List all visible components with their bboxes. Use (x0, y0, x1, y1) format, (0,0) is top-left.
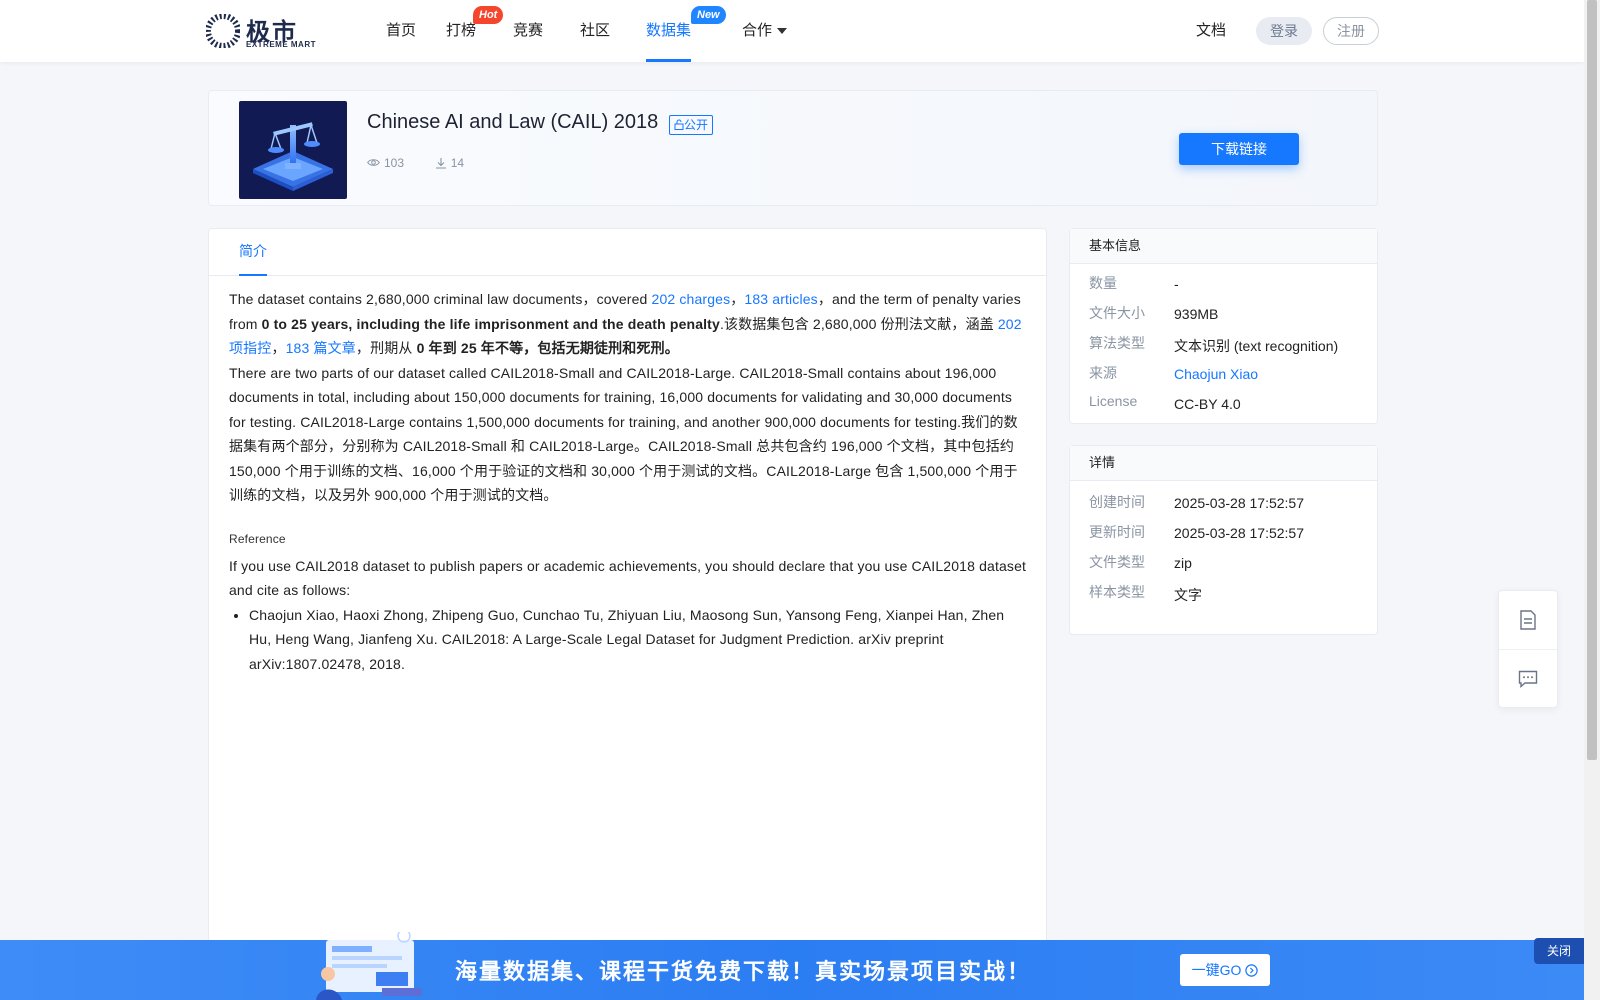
articles-link[interactable]: 183 articles (744, 291, 817, 307)
info-key: 文件大小 (1089, 305, 1145, 321)
document-icon (1520, 610, 1536, 630)
details-card: 详情 创建时间 2025-03-28 17:52:57 更新时间 2025-03… (1069, 445, 1378, 635)
info-key: 数量 (1089, 275, 1117, 291)
download-count: 14 (450, 155, 465, 170)
top-navbar: 极市 EXTREME MART 首页 打榜 Hot 竞赛 社区 数据集 New … (0, 0, 1584, 62)
info-row-license: License CC-BY 4.0 (1070, 391, 1377, 421)
download-icon (435, 157, 446, 169)
promo-banner: 海量数据集、课程干货免费下载！真实场景项目实战！ 一键GO 关闭 (0, 932, 1584, 1000)
feedback-button[interactable] (1499, 649, 1557, 708)
description-paragraph: The dataset contains 2,680,000 criminal … (229, 287, 1029, 361)
banner-text: 海量数据集、课程干货免费下载！真实场景项目实战！ (455, 960, 1032, 985)
tab-intro[interactable]: 简介 (239, 229, 267, 276)
info-value: 2025-03-28 17:52:57 (1174, 525, 1304, 541)
info-row-source: 来源 Chaojun Xiao (1070, 361, 1377, 391)
hot-badge: Hot (473, 6, 504, 24)
articles-link-cn[interactable]: 183 篇文章 (286, 340, 356, 356)
view-count: 103 (384, 155, 405, 170)
docs-link[interactable]: 文档 (1196, 0, 1226, 62)
lock-open-icon (674, 119, 684, 130)
info-value: CC-BY 4.0 (1174, 396, 1241, 412)
banner-go-label: 一键GO (1191, 962, 1242, 978)
source-link[interactable]: Chaojun Xiao (1174, 366, 1258, 382)
scales-of-justice-icon (253, 122, 333, 191)
dataset-header-card: Chinese AI and Law (CAIL) 2018 公开 103 14… (208, 90, 1378, 206)
nav-item-label: 合作 (742, 22, 773, 39)
bold-text: 0 年到 25 年不等，包括无期徒刑和死刑。 (416, 340, 679, 356)
info-row-sample-type: 样本类型 文字 (1070, 580, 1377, 610)
info-key: 来源 (1089, 365, 1117, 381)
text-segment: ， (271, 340, 286, 356)
nav-item-datasets[interactable]: 数据集 (646, 0, 692, 62)
info-key: 算法类型 (1089, 335, 1145, 351)
eye-icon (367, 159, 380, 167)
login-button[interactable]: 登录 (1256, 17, 1312, 45)
info-row-file-type: 文件类型 zip (1070, 550, 1377, 580)
bold-text: 0 to 25 years, including the life impris… (261, 315, 720, 332)
public-badge-label: 公开 (684, 118, 709, 132)
info-key: 样本类型 (1089, 584, 1145, 600)
info-value: - (1174, 276, 1179, 292)
text-segment: ， (730, 291, 745, 307)
info-key: 更新时间 (1089, 524, 1145, 540)
info-value: 2025-03-28 17:52:57 (1174, 495, 1304, 511)
basic-info-title: 基本信息 (1070, 229, 1377, 264)
nav-item-home[interactable]: 首页 (386, 0, 416, 62)
document-button[interactable] (1499, 591, 1557, 649)
public-badge: 公开 (669, 115, 714, 135)
chat-icon (1518, 670, 1538, 688)
text-segment: ，刑期从 (355, 340, 417, 356)
logo-subtext: EXTREME MART (246, 40, 316, 49)
info-row-algorithm: 算法类型 文本识别 (text recognition) (1070, 331, 1377, 361)
nav-item-community[interactable]: 社区 (580, 0, 610, 62)
nav-item-leaderboard[interactable]: 打榜 (446, 0, 476, 62)
content-tabs: 简介 (209, 229, 1046, 276)
logo-mark-icon (206, 14, 240, 48)
info-value: 文字 (1174, 587, 1202, 603)
nav-item-label: 打榜 (446, 22, 477, 39)
register-button[interactable]: 注册 (1323, 17, 1379, 45)
arrow-right-circle-icon (1245, 964, 1259, 977)
text-segment: .该数据集包含 2,680,000 份刑法文献，涵盖 (719, 315, 998, 332)
charges-link[interactable]: 202 charges (652, 291, 731, 307)
download-link-button[interactable]: 下载链接 (1179, 133, 1299, 165)
nav-item-cooperation[interactable]: 合作 (742, 0, 788, 62)
info-row-updated: 更新时间 2025-03-28 17:52:57 (1070, 520, 1377, 550)
info-key: 创建时间 (1089, 494, 1145, 510)
page-scrollbar[interactable] (1584, 0, 1600, 1000)
caret-down-icon (777, 28, 788, 35)
info-value: zip (1174, 555, 1192, 571)
reference-heading: Reference (229, 531, 286, 546)
info-key: 文件类型 (1089, 554, 1145, 570)
banner-illustration-icon (316, 932, 422, 1000)
info-value: 939MB (1174, 306, 1219, 322)
description-paragraph-2: There are two parts of our dataset calle… (229, 364, 1018, 504)
banner-close-button[interactable]: 关闭 (1534, 938, 1584, 964)
new-badge: New (691, 6, 726, 24)
dataset-title: Chinese AI and Law (CAIL) 2018 (367, 111, 659, 133)
scrollbar-thumb[interactable] (1587, 0, 1597, 760)
citation-list: Chaojun Xiao, Haoxi Zhong, Zhipeng Guo, … (229, 603, 1029, 677)
dataset-stats: 103 14 (367, 155, 464, 170)
text-segment: The dataset contains 2,680,000 criminal … (229, 291, 652, 307)
floating-actions (1498, 590, 1558, 708)
info-row-quantity: 数量 - (1070, 271, 1377, 301)
basic-info-card: 基本信息 数量 - 文件大小 939MB 算法类型 文本识别 (text rec… (1069, 228, 1378, 424)
banner-go-button[interactable]: 一键GO (1180, 954, 1270, 986)
description-body: The dataset contains 2,680,000 criminal … (229, 287, 1029, 676)
citation-item: Chaojun Xiao, Haoxi Zhong, Zhipeng Guo, … (249, 603, 1029, 677)
site-logo[interactable]: 极市 EXTREME MART (206, 12, 326, 50)
info-row-created: 创建时间 2025-03-28 17:52:57 (1070, 490, 1377, 520)
nav-item-competition[interactable]: 竞赛 (513, 0, 543, 62)
dataset-cover-image (239, 101, 347, 199)
info-key: License (1089, 393, 1138, 409)
details-title: 详情 (1070, 446, 1377, 481)
dataset-description-card: 简介 The dataset contains 2,680,000 crimin… (208, 228, 1047, 948)
reference-text: If you use CAIL2018 dataset to publish p… (229, 557, 1027, 599)
info-value: 文本识别 (text recognition) (1174, 338, 1339, 354)
info-row-file-size: 文件大小 939MB (1070, 301, 1377, 331)
